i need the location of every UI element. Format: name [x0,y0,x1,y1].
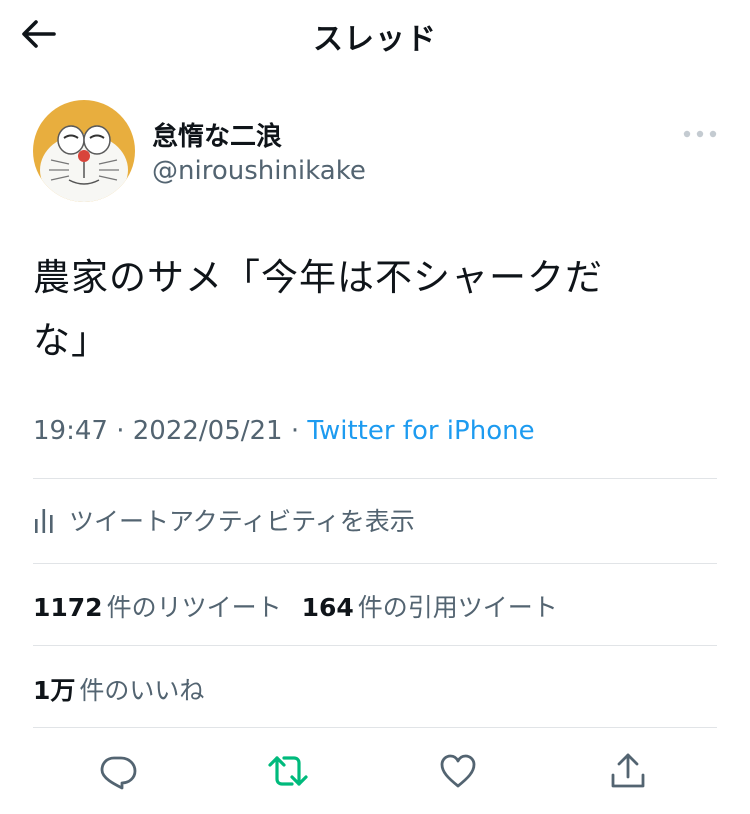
quotes-count: 164 [301,593,354,622]
divider [33,727,717,728]
retweet-button[interactable] [261,744,315,798]
tweet-date: 2022/05/21 [132,416,283,446]
tweet-text-line: な」 [33,319,109,362]
tweet-meta: 19:47 · 2022/05/21 · Twitter for iPhone [33,416,535,446]
display-name[interactable]: 怠惰な二浪 [152,116,282,153]
divider [33,645,717,646]
tweet-action-bar [0,744,750,798]
reply-icon [100,756,137,790]
page-title: スレッド [313,22,437,57]
more-dots-icon [683,130,717,138]
retweets-label: 件のリツイート [106,593,282,622]
retweet-icon [268,756,308,786]
user-handle[interactable]: @niroushinikake [152,156,366,186]
tweet-activity-label: ツイートアクティビティを表示 [69,507,415,536]
avatar-image [33,100,135,202]
heart-icon [440,754,476,788]
meta-separator: · [290,416,308,446]
meta-separator: · [116,416,133,446]
likes-stats-row: 1万 件のいいね [33,671,204,707]
tweet-time: 19:47 [33,416,108,446]
tweet-text-line: 農家のサメ「今年は不シャークだ [33,256,603,299]
quotes-stat[interactable]: 164 件の引用ツイート [302,593,558,622]
likes-label: 件のいいね [79,676,205,705]
tweet-text: 農家のサメ「今年は不シャークだ な」 [33,246,683,372]
divider [33,563,717,564]
top-bar: スレッド [0,0,750,66]
retweet-stats-row: 1172 件のリツイート 164 件の引用ツイート [33,588,558,624]
divider [33,478,717,479]
avatar[interactable] [33,100,135,202]
likes-count: 1万 [33,676,76,705]
bar-chart-icon [35,509,53,533]
retweets-count: 1172 [33,593,103,622]
retweets-stat[interactable]: 1172 件のリツイート [33,593,282,622]
likes-stat[interactable]: 1万 件のいいね [33,676,204,705]
reply-button[interactable] [91,744,145,798]
tweet-source-link[interactable]: Twitter for iPhone [307,416,534,446]
like-button[interactable] [431,744,485,798]
share-icon [611,753,645,788]
share-button[interactable] [601,744,655,798]
more-options-button[interactable] [680,122,720,146]
quotes-label: 件の引用ツイート [357,593,558,622]
tweet-activity-link[interactable]: ツイートアクティビティを表示 [33,500,415,540]
